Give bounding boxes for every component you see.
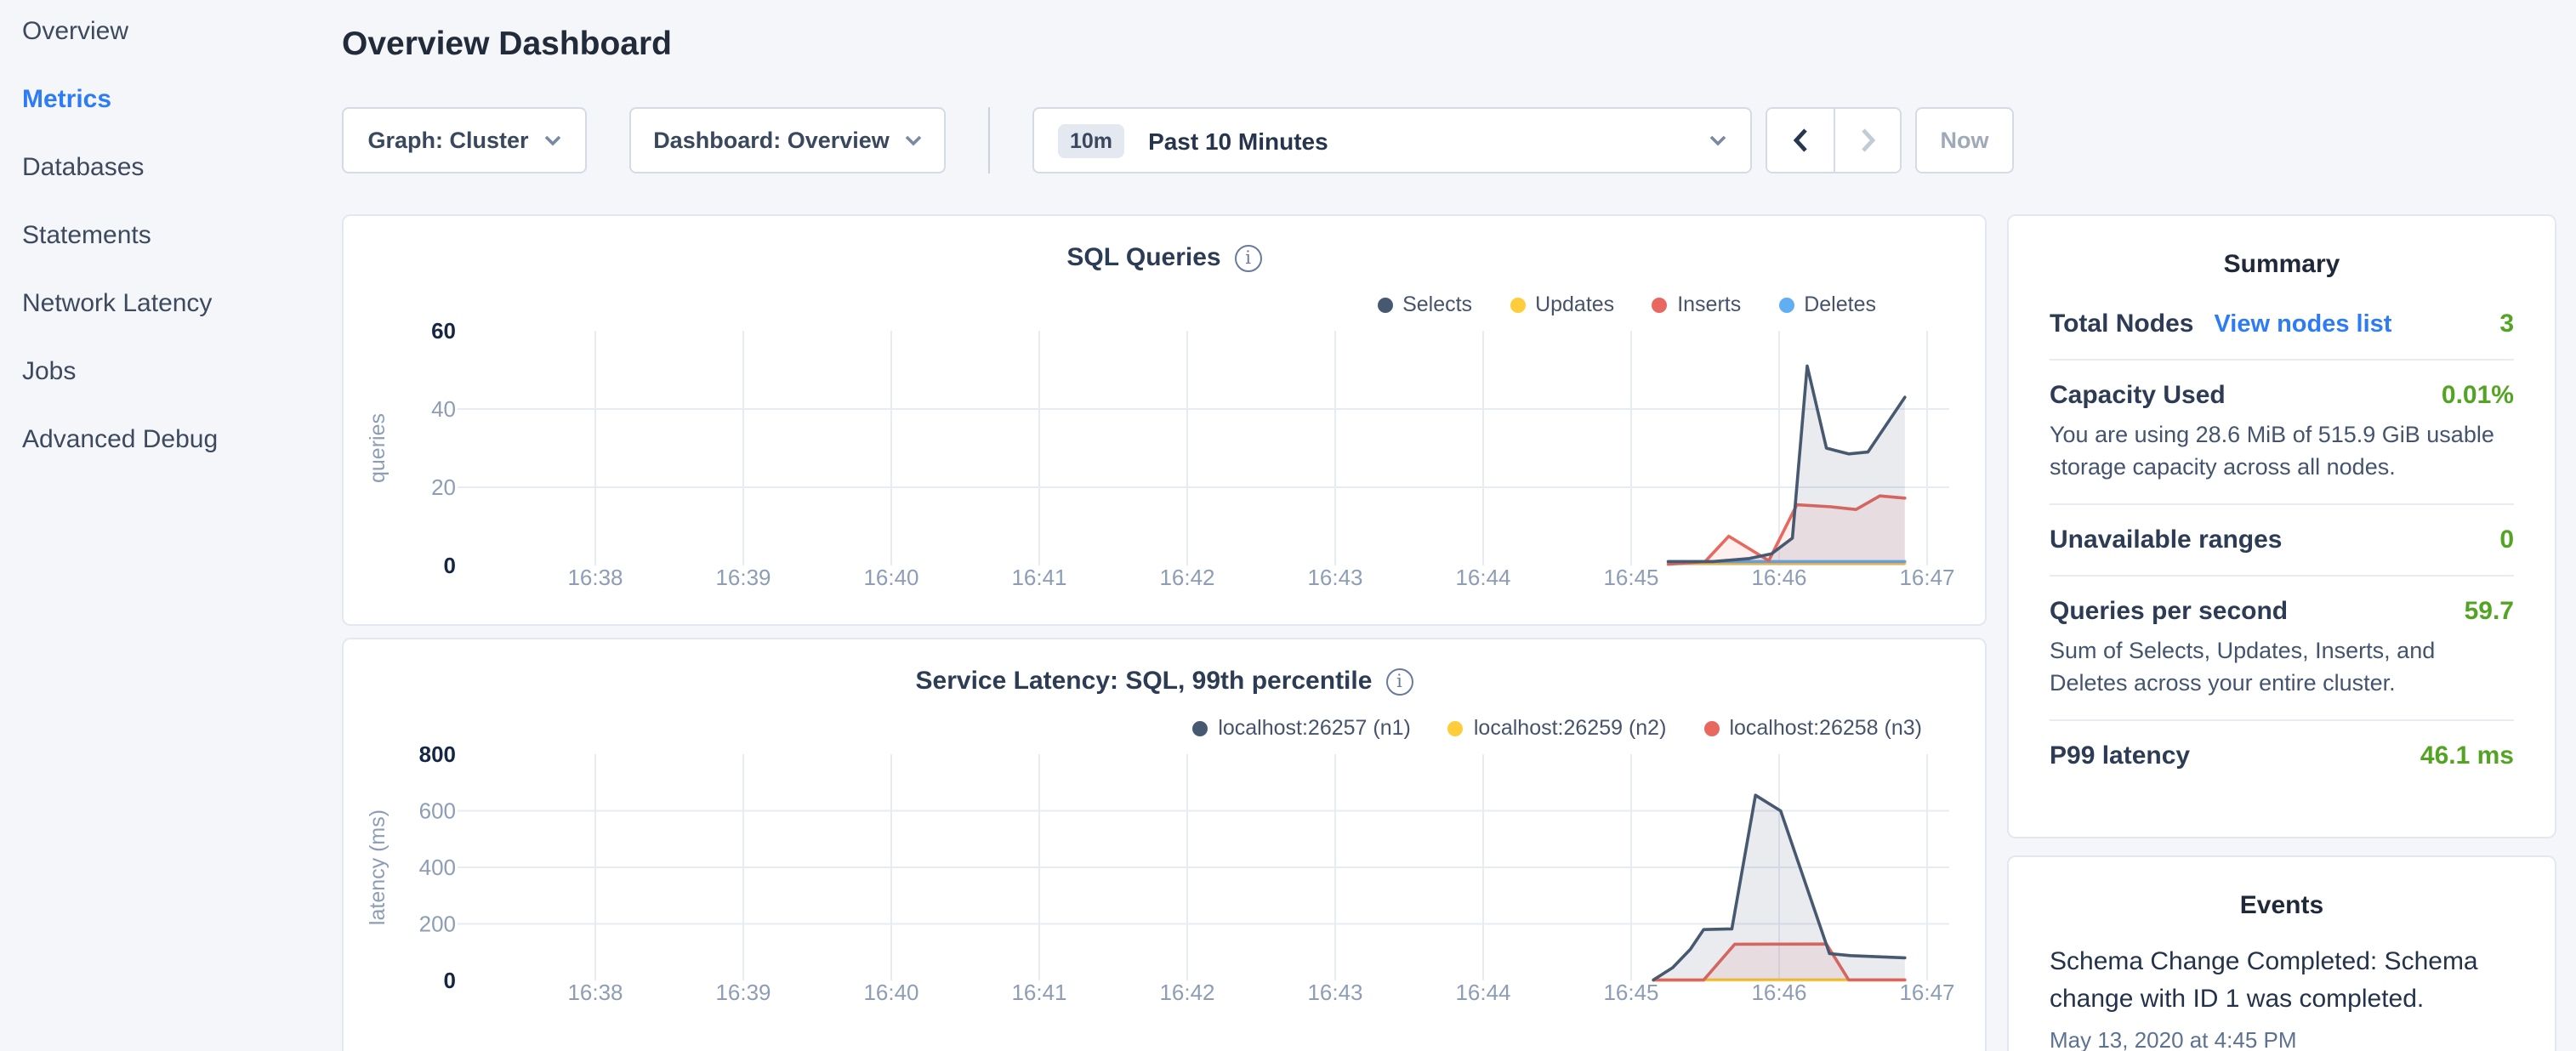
summary-label: Unavailable ranges [2050, 526, 2282, 554]
sidebar: Overview Metrics Databases Statements Ne… [0, 0, 332, 1051]
toolbar-divider [988, 107, 990, 173]
y-axis-tick-label: 60 [431, 318, 456, 344]
page-title: Overview Dashboard [342, 26, 672, 65]
sidebar-item-network-latency[interactable]: Network Latency [22, 289, 212, 318]
summary-value: 0 [2499, 526, 2514, 554]
sql-queries-card: SQL Queries i SelectsUpdatesInsertsDelet… [342, 214, 1987, 626]
summary-value: 59.7 [2465, 597, 2514, 626]
x-axis-tick-label: 16:46 [1751, 980, 1806, 1005]
y-axis-tick-label: 20 [431, 474, 456, 500]
x-axis-tick-label: 16:45 [1603, 980, 1658, 1005]
y-axis-tick-label: 600 [419, 798, 456, 824]
summary-panel: Summary Total Nodes View nodes list 3 Ca… [2007, 214, 2556, 838]
summary-row-queries-per-second: Queries per second 59.7 Sum of Selects, … [2050, 577, 2514, 721]
x-axis-tick-label: 16:47 [1899, 980, 1954, 1005]
time-range-label: Past 10 Minutes [1148, 127, 1686, 154]
graph-scope-dropdown[interactable]: Graph: Cluster [342, 107, 587, 173]
service-latency-card: Service Latency: SQL, 99th percentile i … [342, 638, 1987, 1051]
summary-row-capacity-used: Capacity Used 0.01% You are using 28.6 M… [2050, 361, 2514, 505]
x-axis-tick-label: 16:43 [1307, 980, 1362, 1005]
y-axis-tick-label: 0 [444, 553, 456, 578]
sidebar-item-jobs[interactable]: Jobs [22, 357, 76, 386]
metrics-page: Overview Metrics Databases Statements Ne… [0, 0, 2576, 1051]
chevron-left-icon [1793, 128, 1808, 153]
time-range-badge: 10m [1058, 123, 1124, 157]
x-axis-tick-label: 16:38 [567, 565, 623, 590]
summary-title: Summary [2050, 250, 2514, 279]
y-axis-tick-label: 200 [419, 912, 456, 937]
chevron-down-icon [905, 134, 922, 146]
summary-value: 46.1 ms [2420, 741, 2514, 770]
chevron-down-icon [544, 134, 561, 146]
now-button[interactable]: Now [1915, 107, 2014, 173]
x-axis-tick-label: 16:41 [1011, 565, 1066, 590]
chevron-down-icon [1709, 134, 1726, 146]
y-axis-tick-label: 800 [419, 741, 456, 767]
y-axis-tick-label: 40 [431, 396, 456, 422]
x-axis-tick-label: 16:41 [1011, 980, 1066, 1005]
x-axis-tick-label: 16:43 [1307, 565, 1362, 590]
x-axis-tick-label: 16:47 [1899, 565, 1954, 590]
time-range-dropdown[interactable]: 10m Past 10 Minutes [1032, 107, 1752, 173]
summary-label: Capacity Used [2050, 381, 2226, 410]
sql-queries-chart[interactable]: 16:38 16:39 16:40 16:41 16:42 16:43 16:44 16:45… [344, 216, 1985, 624]
service-latency-chart[interactable]: 16:38 16:39 16:40 16:41 16:42 16:43 16:44 16:45… [344, 639, 1985, 1051]
x-axis-tick-label: 16:40 [863, 565, 918, 590]
series-area [1653, 795, 1905, 980]
sidebar-item-metrics[interactable]: Metrics [22, 85, 111, 114]
x-axis-tick-label: 16:44 [1455, 565, 1510, 590]
summary-description: Sum of Selects, Updates, Inserts, and De… [2050, 636, 2514, 699]
x-axis-tick-label: 16:44 [1455, 980, 1510, 1005]
summary-row-unavailable-ranges: Unavailable ranges 0 [2050, 505, 2514, 577]
chevron-right-icon [1860, 128, 1875, 153]
view-nodes-list-link[interactable]: View nodes list [2214, 311, 2391, 338]
summary-label: Queries per second [2050, 597, 2288, 626]
y-axis-unit-label: queries [366, 413, 390, 483]
event-message[interactable]: Schema Change Completed: Schema change w… [2050, 944, 2514, 1019]
sidebar-item-databases[interactable]: Databases [22, 153, 144, 182]
sidebar-item-overview[interactable]: Overview [22, 17, 128, 46]
summary-value: 0.01% [2442, 381, 2514, 410]
summary-value: 3 [2499, 310, 2514, 338]
next-timespan-button[interactable] [1834, 109, 1900, 172]
y-axis-tick-label: 400 [419, 855, 456, 880]
summary-row-total-nodes: Total Nodes View nodes list 3 [2050, 289, 2514, 361]
x-axis-tick-label: 16:42 [1159, 980, 1214, 1005]
summary-description: You are using 28.6 MiB of 515.9 GiB usab… [2050, 420, 2514, 483]
event-timestamp: May 13, 2020 at 4:45 PM [2050, 1027, 2514, 1051]
events-panel: Events Schema Change Completed: Schema c… [2007, 855, 2556, 1051]
y-axis-unit-label: latency (ms) [366, 810, 390, 925]
graph-scope-dropdown-label: Graph: Cluster [367, 128, 528, 153]
x-axis-tick-label: 16:46 [1751, 565, 1806, 590]
summary-row-p99-latency: P99 latency 46.1 ms [2050, 721, 2514, 791]
sidebar-item-statements[interactable]: Statements [22, 221, 151, 250]
dashboard-dropdown-label: Dashboard: Overview [653, 128, 890, 153]
y-axis-tick-label: 0 [444, 968, 456, 993]
x-axis-tick-label: 16:42 [1159, 565, 1214, 590]
timespan-arrows [1766, 107, 1902, 173]
events-title: Events [2050, 891, 2514, 920]
x-axis-tick-label: 16:38 [567, 980, 623, 1005]
summary-label: P99 latency [2050, 741, 2190, 770]
x-axis-tick-label: 16:39 [715, 980, 771, 1005]
x-axis-tick-label: 16:45 [1603, 565, 1658, 590]
x-axis-tick-label: 16:40 [863, 980, 918, 1005]
previous-timespan-button[interactable] [1767, 109, 1834, 172]
sidebar-item-advanced-debug[interactable]: Advanced Debug [22, 425, 218, 454]
summary-label: Total Nodes [2050, 310, 2193, 338]
dashboard-dropdown[interactable]: Dashboard: Overview [629, 107, 946, 173]
x-axis-tick-label: 16:39 [715, 565, 771, 590]
